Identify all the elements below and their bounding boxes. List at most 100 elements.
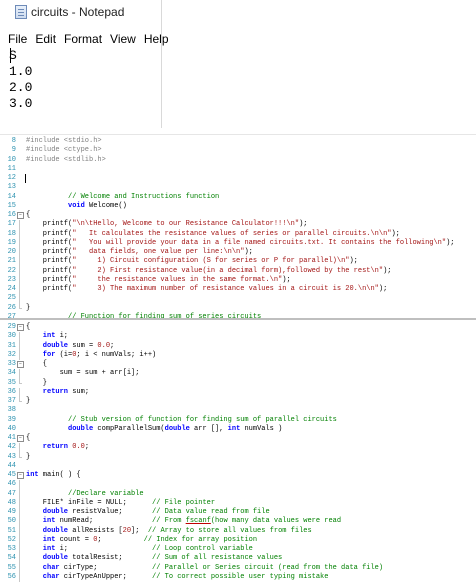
code-text: int numRead; // From fscanf(how many dat… xyxy=(26,517,341,526)
code-text: { xyxy=(26,434,30,443)
fold-toggle-icon[interactable]: − xyxy=(17,212,24,219)
code-token: double xyxy=(26,526,69,535)
code-text: printf(" It calculates the resistance va… xyxy=(26,230,400,239)
line-number: 50 xyxy=(7,517,16,526)
code-line: 22 printf(" 2) First resistance value(in… xyxy=(0,266,476,276)
menu-file[interactable]: File xyxy=(0,32,31,46)
text-cursor xyxy=(25,174,26,183)
fold-guide xyxy=(19,508,20,518)
line-number: 48 xyxy=(7,498,16,507)
code-token: ); xyxy=(446,238,455,247)
menu-help[interactable]: Help xyxy=(140,32,173,46)
code-token: FILE* inFile = NULL; xyxy=(26,498,153,507)
line-number: 10 xyxy=(7,155,16,164)
fold-toggle-icon[interactable]: − xyxy=(17,361,24,368)
code-token: double xyxy=(26,341,69,350)
code-line: 24 printf(" 3) The maximum number of res… xyxy=(0,285,476,295)
code-text: double compParallelSum(double arr [], in… xyxy=(26,425,282,434)
fold-guide xyxy=(19,341,20,351)
code-token: printf( xyxy=(26,275,73,284)
fold-end-mark xyxy=(19,382,22,384)
fold-guide xyxy=(19,220,20,230)
menu-format[interactable]: Format xyxy=(60,32,106,46)
code-token: resistValue; xyxy=(68,508,153,516)
code-line: 50 int numRead; // From fscanf(how many … xyxy=(0,517,476,527)
code-token: { xyxy=(26,360,48,368)
code-token: numVals ) xyxy=(240,424,283,433)
line-number: 49 xyxy=(7,508,16,516)
line-number: 15 xyxy=(7,201,16,210)
code-text: double sum = 0.0; xyxy=(26,342,114,351)
code-token: double xyxy=(26,424,94,433)
line-number: 26 xyxy=(7,303,16,312)
menu-edit[interactable]: Edit xyxy=(31,32,60,46)
code-text: sum = sum + arr[i]; xyxy=(26,369,140,378)
code-line: 33− { xyxy=(0,360,476,369)
line-number: 33 xyxy=(7,360,16,368)
notepad-text-area[interactable]: S 1.0 2.0 3.0 xyxy=(9,48,32,112)
fold-guide xyxy=(19,572,20,582)
fold-guide xyxy=(19,266,20,276)
menu-view[interactable]: View xyxy=(106,32,140,46)
line-number: 42 xyxy=(7,443,16,452)
code-line: 37} xyxy=(0,397,476,406)
fold-toggle-icon[interactable]: − xyxy=(17,472,24,479)
code-token: char xyxy=(26,572,60,581)
fold-guide xyxy=(19,332,20,342)
code-token: { xyxy=(26,323,31,331)
text-line: 1.0 xyxy=(9,64,33,79)
line-number: 16 xyxy=(7,211,16,219)
code-text: { xyxy=(26,360,47,369)
code-text: printf(" You will provide your data in a… xyxy=(26,239,455,248)
line-number: 44 xyxy=(7,461,16,470)
fold-guide xyxy=(19,257,20,267)
line-number: 40 xyxy=(7,424,16,433)
line-number: 8 xyxy=(11,137,16,145)
title-bar: circuits - Notepad xyxy=(0,0,161,24)
code-token: int xyxy=(26,471,39,479)
code-line: 25 xyxy=(0,294,476,304)
code-view-top[interactable]: 8 #include <stdio.h> 9 #include <ctype.h> 10… xyxy=(0,134,476,339)
code-line: 49 double resistValue; // Data value rea… xyxy=(0,508,476,518)
code-token: for xyxy=(26,350,56,359)
code-text: printf(" 3) The maximum number of resist… xyxy=(26,285,387,294)
code-line: 18 printf(" It calculates the resistance… xyxy=(0,229,476,239)
fold-toggle-icon[interactable]: − xyxy=(17,435,24,442)
line-number: 34 xyxy=(7,369,16,378)
notepad-app-icon xyxy=(15,5,27,19)
line-number: 25 xyxy=(7,294,16,303)
fold-guide xyxy=(19,480,20,490)
code-text: char cirTypeAnUpper; // To correct possi… xyxy=(26,572,329,582)
code-token: sum; xyxy=(68,387,90,396)
code-text: int main( ) { xyxy=(26,471,81,480)
code-token: i; xyxy=(55,545,153,553)
line-number: 53 xyxy=(7,545,16,553)
code-line: 19 printf(" You will provide your data i… xyxy=(0,238,476,248)
code-token: cirType; xyxy=(59,563,153,572)
code-line: 8 #include <stdio.h> xyxy=(0,137,476,146)
code-text: { xyxy=(26,211,30,220)
fold-toggle-icon[interactable]: − xyxy=(17,324,24,331)
code-text: printf(" the resistance values in the sa… xyxy=(26,276,291,285)
code-token: printf( xyxy=(26,220,73,229)
fold-guide xyxy=(19,285,20,295)
code-token: cirTypeAnUpper; xyxy=(59,572,153,581)
code-token: allResists [ xyxy=(68,526,123,535)
line-number: 19 xyxy=(7,238,16,247)
code-token: return xyxy=(26,387,69,396)
line-number: 14 xyxy=(7,192,16,201)
code-view-bottom[interactable]: 29−{30 int i; 31 double sum = 0.0; 32 for … xyxy=(0,318,476,582)
code-token: // Array to store all values from files xyxy=(147,526,312,535)
code-text: //Declare variable xyxy=(26,490,144,499)
text-line: 2.0 xyxy=(9,80,33,95)
code-line: 11 xyxy=(0,165,476,174)
code-text: #include <stdio.h> xyxy=(26,137,102,146)
code-token: (how many data values were read xyxy=(210,517,342,526)
code-token: ); xyxy=(299,220,308,229)
code-token: } xyxy=(26,397,31,405)
window-title: circuits - Notepad xyxy=(31,5,125,19)
menu-bar: File Edit Format View Help xyxy=(0,29,173,49)
code-token: // Welcome and Instructions function xyxy=(26,192,220,201)
line-number: 43 xyxy=(7,452,16,461)
code-token: ); xyxy=(383,266,392,275)
